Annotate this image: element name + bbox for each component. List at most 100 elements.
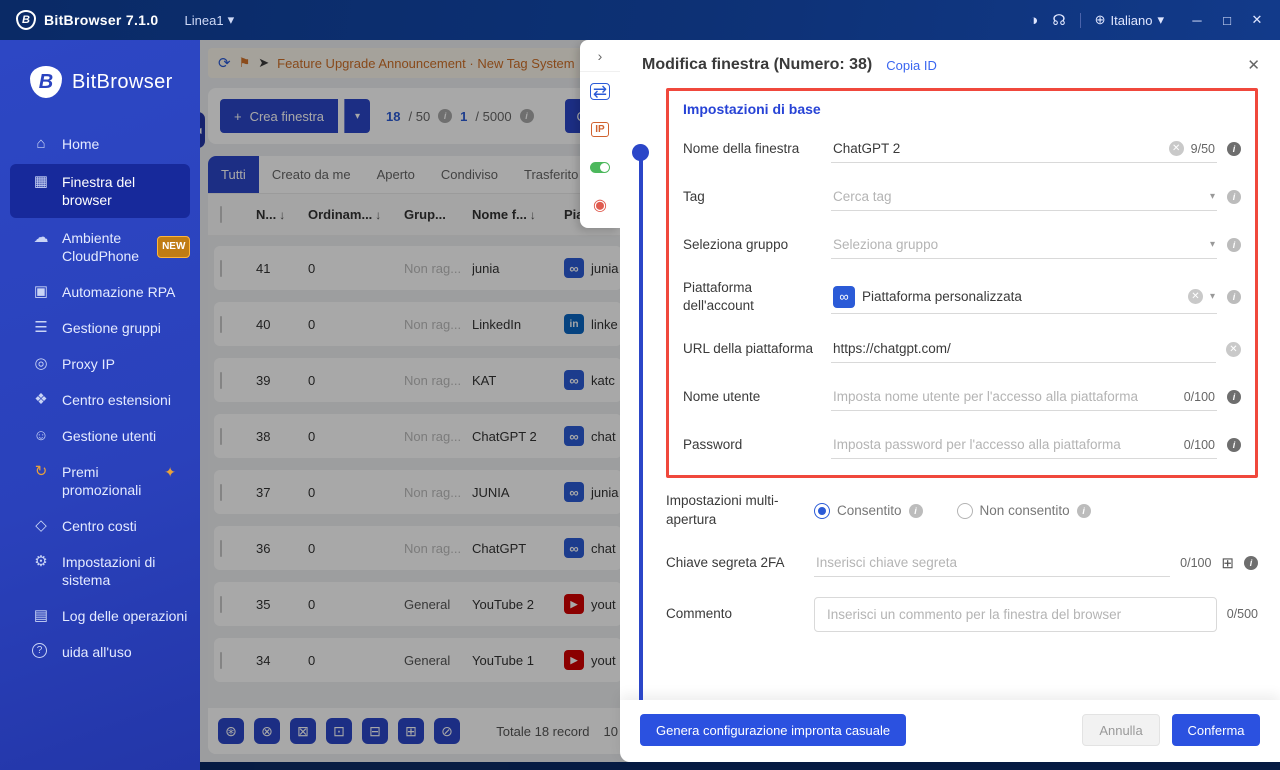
toggle-icon[interactable] bbox=[590, 162, 610, 173]
globe-icon: ⊕ bbox=[1095, 12, 1106, 28]
field-password: Password 0/100 i bbox=[683, 431, 1241, 459]
sidebar-item-groups[interactable]: ☰ Gestione gruppi bbox=[0, 310, 200, 346]
home-icon: ⌂ bbox=[32, 135, 50, 153]
title-bar: B BitBrowser 7.1.0 Linea1 ▾ ◑ ☊ ⊕ Italia… bbox=[0, 0, 1280, 40]
sidebar-item-extensions[interactable]: ❖ Centro estensioni bbox=[0, 382, 200, 418]
field-platform: Piattaforma dell'account ∞ ✕ ▾ i bbox=[683, 279, 1241, 315]
sidebar-item-rewards[interactable]: ↻ Premi promozionali ✦ bbox=[0, 454, 200, 508]
close-icon[interactable]: ✕ bbox=[1247, 56, 1260, 74]
image-upload-icon[interactable]: ⊞ bbox=[1221, 554, 1234, 572]
info-icon[interactable]: i bbox=[1077, 504, 1091, 518]
divider bbox=[1080, 13, 1081, 28]
field-tag: Tag ▾ i bbox=[683, 183, 1241, 211]
radio-unselected-icon[interactable] bbox=[957, 503, 973, 519]
confirm-button[interactable]: Conferma bbox=[1172, 714, 1260, 746]
comment-input[interactable] bbox=[827, 607, 1204, 622]
tag-input[interactable] bbox=[833, 189, 1203, 204]
section-line bbox=[639, 158, 643, 700]
language-selector[interactable]: ⊕ Italiano ▾ bbox=[1095, 12, 1164, 28]
field-2fa: Chiave segreta 2FA 0/100 ⊞ i bbox=[666, 549, 1258, 577]
close-button[interactable]: ✕ bbox=[1244, 7, 1270, 33]
sparkles-icon: ✦ bbox=[164, 463, 176, 481]
platform-url-input[interactable] bbox=[833, 341, 1214, 356]
theme-toggle-icon[interactable]: ◑ bbox=[1029, 12, 1038, 29]
users-icon: ☺ bbox=[32, 427, 50, 445]
info-icon[interactable]: i bbox=[1227, 390, 1241, 404]
fingerprint-icon[interactable]: ◉ bbox=[593, 195, 607, 215]
grid-icon: ▦ bbox=[32, 173, 50, 191]
chevron-down-icon[interactable]: ▾ bbox=[1210, 239, 1215, 250]
sidebar-item-guide[interactable]: ? uida all'uso bbox=[0, 634, 200, 670]
custom-platform-icon: ∞ bbox=[833, 286, 855, 308]
cloud-icon: ☁ bbox=[32, 229, 50, 247]
app-title: BitBrowser 7.1.0 bbox=[44, 12, 159, 28]
ip-icon[interactable]: IP bbox=[591, 122, 608, 137]
generate-fingerprint-button[interactable]: Genera configurazione impronta casuale bbox=[640, 714, 906, 746]
cancel-button[interactable]: Annulla bbox=[1082, 714, 1160, 746]
field-multi-open: Impostazioni multi-apertura Consentito i… bbox=[666, 492, 1258, 528]
chevron-down-icon: ▾ bbox=[228, 12, 235, 28]
info-icon[interactable]: i bbox=[1227, 142, 1241, 156]
location-icon: ◎ bbox=[32, 355, 50, 373]
info-icon[interactable]: i bbox=[1244, 556, 1258, 570]
support-headset-icon[interactable]: ☊ bbox=[1052, 11, 1065, 29]
radio-consentito[interactable]: Consentito i bbox=[814, 503, 923, 519]
sidebar-item-users[interactable]: ☺ Gestione utenti bbox=[0, 418, 200, 454]
sidebar-item-home[interactable]: ⌂ Home bbox=[0, 126, 200, 162]
sidebar-item-rpa[interactable]: ▣ Automazione RPA bbox=[0, 274, 200, 310]
clear-icon[interactable]: ✕ bbox=[1188, 289, 1203, 304]
reward-icon: ↻ bbox=[32, 463, 50, 481]
char-counter: 0/100 bbox=[1184, 390, 1215, 404]
modal-title: Modifica finestra (Numero: 38) bbox=[642, 56, 872, 74]
box-icon: ❖ bbox=[32, 391, 50, 409]
sidebar: B BitBrowser ⌂ Home ▦ Finestra del brows… bbox=[0, 40, 200, 770]
username-input[interactable] bbox=[833, 389, 1177, 404]
sidebar-item-costs[interactable]: ◇ Centro costi bbox=[0, 508, 200, 544]
maximize-button[interactable]: □ bbox=[1214, 7, 1240, 33]
field-url: URL della piattaforma ✕ bbox=[683, 335, 1241, 363]
info-icon[interactable]: i bbox=[909, 504, 923, 518]
robot-icon: ▣ bbox=[32, 283, 50, 301]
field-group: Seleziona gruppo ▾ i bbox=[683, 231, 1241, 259]
quick-tools-strip: › ⇄ IP ◉ bbox=[580, 40, 620, 228]
chevron-right-icon[interactable]: › bbox=[580, 40, 620, 72]
document-icon: ▤ bbox=[32, 607, 50, 625]
info-icon[interactable]: i bbox=[1227, 290, 1241, 304]
char-counter: 0/500 bbox=[1227, 607, 1258, 621]
group-select[interactable] bbox=[833, 237, 1203, 252]
info-icon[interactable]: i bbox=[1227, 238, 1241, 252]
platform-select[interactable] bbox=[862, 289, 1181, 304]
field-username: Nome utente 0/100 i bbox=[683, 383, 1241, 411]
app-logo-icon: B bbox=[16, 10, 36, 30]
section-title: Impostazioni di base bbox=[683, 101, 1241, 117]
brand: B BitBrowser bbox=[0, 40, 200, 98]
sidebar-item-browser-window[interactable]: ▦ Finestra del browser bbox=[10, 164, 190, 218]
sidebar-item-proxy[interactable]: ◎ Proxy IP bbox=[0, 346, 200, 382]
password-input[interactable] bbox=[833, 437, 1177, 452]
info-icon[interactable]: i bbox=[1227, 438, 1241, 452]
chevron-down-icon[interactable]: ▾ bbox=[1210, 191, 1215, 202]
chevron-down-icon[interactable]: ▾ bbox=[1210, 291, 1215, 302]
minimize-button[interactable]: ─ bbox=[1184, 7, 1210, 33]
radio-non-consentito[interactable]: Non consentito i bbox=[957, 503, 1091, 519]
question-icon: ? bbox=[32, 643, 47, 658]
clear-icon[interactable]: ✕ bbox=[1169, 141, 1184, 156]
radio-selected-icon[interactable] bbox=[814, 503, 830, 519]
brand-logo-icon: B bbox=[30, 66, 62, 98]
brand-name: BitBrowser bbox=[72, 71, 173, 94]
gear-icon: ⚙ bbox=[32, 553, 50, 571]
window-name-input[interactable] bbox=[833, 141, 1162, 156]
sidebar-item-cloudphone[interactable]: ☁ Ambiente CloudPhone NEW bbox=[0, 220, 200, 274]
twofa-input[interactable] bbox=[816, 555, 1168, 570]
field-window-name: Nome della finestra ✕ 9/50 i bbox=[683, 135, 1241, 163]
sidebar-item-settings[interactable]: ⚙ Impostazioni di sistema bbox=[0, 544, 200, 598]
new-badge: NEW bbox=[157, 236, 190, 258]
clear-icon[interactable]: ✕ bbox=[1226, 342, 1241, 357]
transfer-icon[interactable]: ⇄ bbox=[590, 83, 610, 100]
sidebar-item-logs[interactable]: ▤ Log delle operazioni bbox=[0, 598, 200, 634]
chevron-down-icon: ▾ bbox=[1157, 12, 1164, 28]
line-selector[interactable]: Linea1 ▾ bbox=[185, 12, 235, 28]
info-icon[interactable]: i bbox=[1227, 190, 1241, 204]
modal-footer: Genera configurazione impronta casuale A… bbox=[620, 700, 1280, 762]
copy-id-link[interactable]: Copia ID bbox=[886, 58, 937, 73]
